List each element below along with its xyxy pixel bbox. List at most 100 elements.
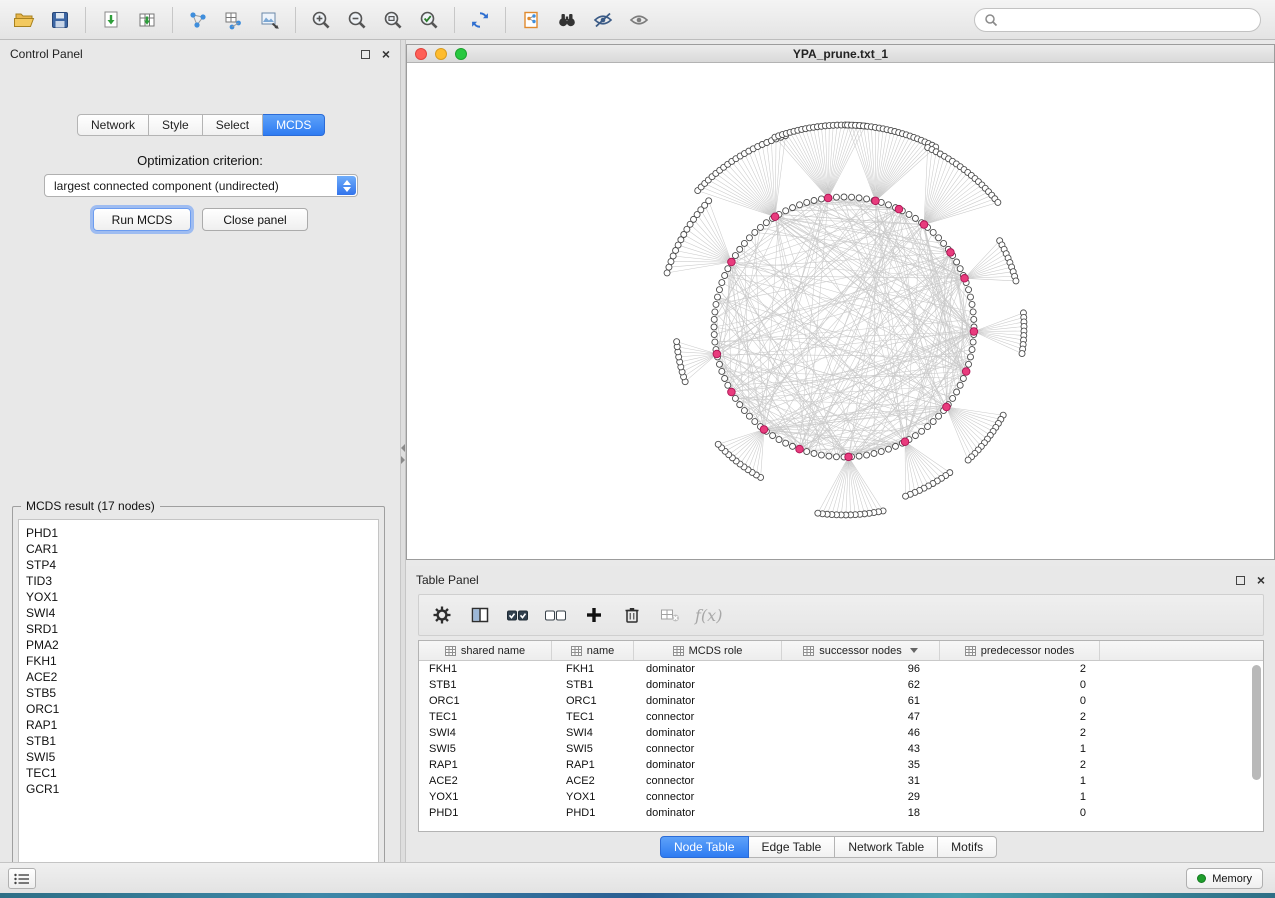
import-network-icon[interactable] xyxy=(93,5,129,35)
mcds-result-item[interactable]: FKH1 xyxy=(26,653,378,669)
mcds-result-item[interactable]: STP4 xyxy=(26,557,378,573)
tab-node-table[interactable]: Node Table xyxy=(660,836,749,858)
graph-node[interactable] xyxy=(719,280,725,286)
graph-node[interactable] xyxy=(732,395,738,401)
graph-node[interactable] xyxy=(969,347,975,353)
graph-node[interactable] xyxy=(941,240,947,246)
graph-node[interactable] xyxy=(790,205,796,211)
new-network-icon[interactable] xyxy=(180,5,216,35)
open-file-icon[interactable] xyxy=(6,5,42,35)
tab-network[interactable]: Network xyxy=(77,114,149,136)
graph-node[interactable] xyxy=(804,199,810,205)
mcds-result-item[interactable]: SWI4 xyxy=(26,605,378,621)
column-header-MCDS-role[interactable]: MCDS role xyxy=(634,641,782,660)
graph-node[interactable] xyxy=(912,433,918,439)
graph-hub-node[interactable] xyxy=(728,388,736,396)
find-binoculars-icon[interactable] xyxy=(549,5,585,35)
mcds-result-item[interactable]: ORC1 xyxy=(26,701,378,717)
graph-node[interactable] xyxy=(741,408,747,414)
network-from-table-icon[interactable] xyxy=(216,5,252,35)
graph-node[interactable] xyxy=(826,453,832,459)
graph-node[interactable] xyxy=(770,433,776,439)
graph-node[interactable] xyxy=(776,437,782,443)
table-row[interactable]: ORC1ORC1dominator610 xyxy=(419,693,1263,709)
mcds-result-item[interactable]: RAP1 xyxy=(26,717,378,733)
tab-motifs[interactable]: Motifs xyxy=(938,836,997,858)
graph-node[interactable] xyxy=(925,424,931,430)
graph-node[interactable] xyxy=(716,287,722,293)
refresh-layout-icon[interactable] xyxy=(462,5,498,35)
graph-node[interactable] xyxy=(811,198,817,204)
graph-node[interactable] xyxy=(811,450,817,456)
graph-node[interactable] xyxy=(815,510,821,516)
deselect-all-rows-icon[interactable] xyxy=(543,602,569,628)
graph-node[interactable] xyxy=(713,301,719,307)
graph-node[interactable] xyxy=(719,368,725,374)
close-table-panel-icon[interactable]: × xyxy=(1257,573,1265,587)
graph-node[interactable] xyxy=(954,259,960,265)
graph-node[interactable] xyxy=(971,316,977,322)
graph-node[interactable] xyxy=(741,240,747,246)
tab-mcds[interactable]: MCDS xyxy=(263,114,325,136)
table-scrollbar[interactable] xyxy=(1252,665,1261,825)
show-columns-icon[interactable] xyxy=(467,602,493,628)
graph-node[interactable] xyxy=(711,316,717,322)
graph-node[interactable] xyxy=(864,452,870,458)
graph-hub-node[interactable] xyxy=(962,368,970,376)
graph-node[interactable] xyxy=(967,294,973,300)
add-column-icon[interactable] xyxy=(581,602,607,628)
table-row[interactable]: SWI5SWI5connector431 xyxy=(419,741,1263,757)
graph-node[interactable] xyxy=(930,229,936,235)
graph-node[interactable] xyxy=(722,273,728,279)
network-canvas[interactable] xyxy=(407,63,1274,559)
graph-hub-node[interactable] xyxy=(760,426,768,434)
graph-node[interactable] xyxy=(930,419,936,425)
graph-node[interactable] xyxy=(666,264,672,270)
table-row[interactable]: RAP1RAP1dominator352 xyxy=(419,757,1263,773)
splitter-collapse-left-icon[interactable] xyxy=(401,444,405,452)
graph-hub-node[interactable] xyxy=(943,403,951,411)
graph-node[interactable] xyxy=(732,253,738,259)
graph-hub-node[interactable] xyxy=(771,213,779,221)
graph-node[interactable] xyxy=(737,402,743,408)
graph-node[interactable] xyxy=(833,194,839,200)
column-header-name[interactable]: name xyxy=(552,641,634,660)
graph-node[interactable] xyxy=(856,453,862,459)
tab-select[interactable]: Select xyxy=(203,114,263,136)
graph-node[interactable] xyxy=(1013,278,1019,284)
select-all-rows-icon[interactable] xyxy=(505,602,531,628)
annotation-share-icon[interactable] xyxy=(513,5,549,35)
zoom-fit-icon[interactable] xyxy=(375,5,411,35)
graph-node[interactable] xyxy=(737,246,743,252)
criterion-dropdown[interactable]: largest connected component (undirected) xyxy=(44,174,358,197)
tab-edge-table[interactable]: Edge Table xyxy=(749,836,836,858)
save-session-icon[interactable] xyxy=(42,5,78,35)
graph-node[interactable] xyxy=(722,375,728,381)
mcds-result-item[interactable]: CAR1 xyxy=(26,541,378,557)
graph-node[interactable] xyxy=(746,235,752,241)
graph-hub-node[interactable] xyxy=(728,258,736,266)
graph-node[interactable] xyxy=(790,443,796,449)
graph-hub-node[interactable] xyxy=(920,221,928,229)
graph-node[interactable] xyxy=(712,309,718,315)
mcds-result-item[interactable]: SRD1 xyxy=(26,621,378,637)
graph-node[interactable] xyxy=(725,382,731,388)
close-panel-icon[interactable]: × xyxy=(382,47,390,61)
graph-node[interactable] xyxy=(912,215,918,221)
graph-node[interactable] xyxy=(711,332,717,338)
graph-hub-node[interactable] xyxy=(796,445,804,453)
graph-node[interactable] xyxy=(849,194,855,200)
table-row[interactable]: ACE2ACE2connector311 xyxy=(419,773,1263,789)
graph-node[interactable] xyxy=(966,287,972,293)
column-header-predecessor-nodes[interactable]: predecessor nodes xyxy=(940,641,1100,660)
graph-node[interactable] xyxy=(715,294,721,300)
graph-node[interactable] xyxy=(970,339,976,345)
float-table-panel-icon[interactable] xyxy=(1236,576,1245,585)
graph-node[interactable] xyxy=(936,413,942,419)
hide-details-icon[interactable] xyxy=(585,5,621,35)
delete-column-icon[interactable] xyxy=(619,602,645,628)
table-settings-gear-icon[interactable] xyxy=(429,602,455,628)
graph-hub-node[interactable] xyxy=(845,453,853,461)
graph-node[interactable] xyxy=(885,446,891,452)
graph-node[interactable] xyxy=(970,309,976,315)
